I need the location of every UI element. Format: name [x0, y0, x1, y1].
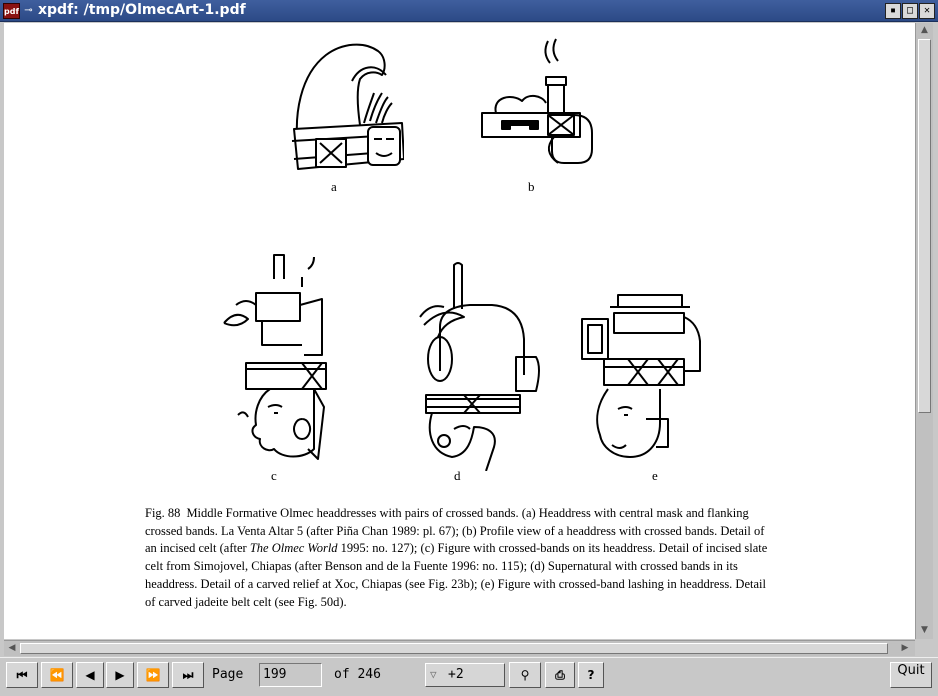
scroll-left-icon[interactable]: ◀: [5, 642, 19, 655]
title-bar: pdf ⊸ xpdf: /tmp/OlmecArt-1.pdf ▪ □ ✕: [0, 0, 938, 22]
find-binoculars-icon[interactable]: ⚲: [509, 662, 541, 688]
figure-number: Fig. 88: [145, 506, 181, 520]
headdress-drawing-a: [291, 43, 404, 170]
close-icon[interactable]: ✕: [919, 3, 935, 19]
minimize-icon[interactable]: ▪: [885, 3, 901, 19]
bottom-toolbar: ⏮ ⏪ ◀ ▶ ⏩ ⏭ Page 199 of 246 ▽ +2 ⚲ ⎙ ? Q…: [0, 657, 938, 696]
document-viewport[interactable]: a b c d e Fig. 88 Middle Formative Olmec …: [4, 23, 915, 639]
headdress-drawing-b: [481, 38, 593, 164]
figure-caption: Fig. 88 Middle Formative Olmec headdresse…: [145, 505, 775, 611]
maximize-icon[interactable]: □: [902, 3, 918, 19]
scroll-down-icon[interactable]: ▼: [918, 624, 931, 637]
caption-italic-title: The Olmec World: [249, 541, 338, 556]
forward-ten-pages-icon[interactable]: ⏩: [137, 662, 169, 688]
previous-page-icon[interactable]: ◀: [76, 662, 104, 688]
page-number-input[interactable]: 199: [259, 663, 322, 687]
window-menu-icon[interactable]: ⊸: [22, 3, 35, 19]
figure-drawing-d: [419, 262, 540, 471]
app-icon[interactable]: pdf: [3, 3, 20, 19]
next-page-icon[interactable]: ▶: [106, 662, 134, 688]
figure-drawing-c: [223, 254, 327, 460]
dropdown-arrow-icon: ▽: [430, 668, 437, 681]
back-ten-pages-icon[interactable]: ⏪: [41, 662, 73, 688]
window-title: xpdf: /tmp/OlmecArt-1.pdf: [38, 2, 246, 18]
quit-button[interactable]: Quit: [890, 662, 932, 688]
page-count: of 246: [334, 667, 381, 682]
figure-drawing-e: [581, 294, 701, 458]
horizontal-scrollbar[interactable]: ◀ ▶: [4, 640, 915, 656]
zoom-value: +2: [448, 667, 464, 682]
vertical-scroll-thumb[interactable]: [918, 39, 931, 413]
print-icon[interactable]: ⎙: [545, 662, 575, 688]
page-label: Page: [212, 667, 244, 682]
last-page-icon[interactable]: ⏭: [172, 662, 204, 688]
vertical-scrollbar[interactable]: ▲ ▼: [915, 23, 933, 639]
scroll-up-icon[interactable]: ▲: [918, 24, 931, 37]
zoom-select[interactable]: ▽ +2: [425, 663, 505, 687]
horizontal-scroll-thumb[interactable]: [20, 643, 888, 654]
help-icon[interactable]: ?: [578, 662, 604, 688]
figure-label-e: e: [652, 468, 658, 483]
scroll-right-icon[interactable]: ▶: [898, 642, 912, 655]
figure-label-d: d: [454, 468, 461, 483]
first-page-icon[interactable]: ⏮: [6, 662, 38, 688]
figure-label-a: a: [331, 179, 337, 194]
figure-label-b: b: [528, 179, 535, 194]
figure-label-c: c: [271, 468, 277, 483]
